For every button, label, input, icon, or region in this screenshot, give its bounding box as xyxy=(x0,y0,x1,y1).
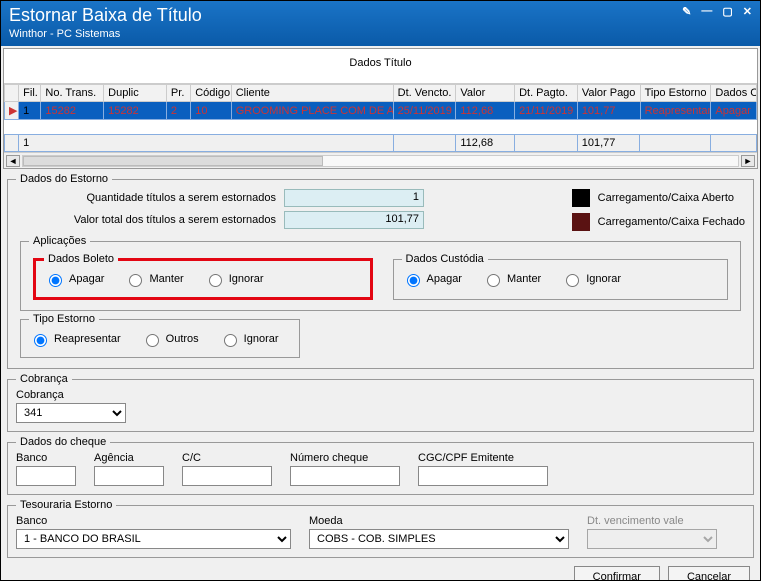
custodia-ignorar-radio[interactable]: Ignorar xyxy=(561,271,621,287)
cheque-cc-input[interactable] xyxy=(182,466,272,486)
aplicacoes-legend: Aplicações xyxy=(29,235,90,247)
confirmar-button[interactable]: Confirmar xyxy=(574,566,660,580)
window-title: Estornar Baixa de Título xyxy=(9,5,202,26)
cheque-cgc-input[interactable] xyxy=(418,466,548,486)
col-pr[interactable]: Pr. xyxy=(166,85,190,102)
dados-boleto-fieldset: Dados Boleto Apagar Manter Ignorar xyxy=(33,253,373,300)
cobranca-legend: Cobrança xyxy=(16,373,72,385)
tipo-outros-radio[interactable]: Outros xyxy=(141,331,199,347)
swatch-open-icon xyxy=(572,189,590,207)
cobranca-fieldset: Cobrança Cobrança 341 xyxy=(7,373,754,432)
col-valorpago[interactable]: Valor Pago xyxy=(577,85,640,102)
col-dtpagto[interactable]: Dt. Pagto. xyxy=(515,85,578,102)
col-notrans[interactable]: No. Trans. xyxy=(41,85,104,102)
maximize-icon[interactable]: ▢ xyxy=(722,5,732,18)
titlebar: Estornar Baixa de Título Winthor - PC Si… xyxy=(1,1,760,46)
col-dadosc[interactable]: Dados C xyxy=(711,85,757,102)
col-dtvencto[interactable]: Dt. Vencto. xyxy=(393,85,456,102)
tipoestorno-fieldset: Tipo Estorno Reapresentar Outros Ignorar xyxy=(20,313,300,358)
legend-open: Carregamento/Caixa Aberto xyxy=(598,192,734,204)
cheque-fieldset: Dados do cheque Banco Agência C/C Número… xyxy=(7,436,754,495)
boleto-manter-radio[interactable]: Manter xyxy=(124,271,183,287)
tes-legend: Tesouraria Estorno xyxy=(16,499,116,511)
estorno-legend: Dados do Estorno xyxy=(16,173,112,185)
cheque-numero-label: Número cheque xyxy=(290,452,400,464)
col-cliente[interactable]: Cliente xyxy=(231,85,393,102)
tes-dtvale-label: Dt. vencimento vale xyxy=(587,515,717,527)
cheque-cc-label: C/C xyxy=(182,452,272,464)
cheque-agencia-label: Agência xyxy=(94,452,164,464)
scroll-right-icon[interactable]: ► xyxy=(741,155,755,167)
horizontal-scrollbar[interactable]: ◄ ► xyxy=(4,152,757,168)
tes-banco-label: Banco xyxy=(16,515,291,527)
cancelar-button[interactable]: Cancelar xyxy=(668,566,750,580)
valortotal-label: Valor total dos títulos a serem estornad… xyxy=(16,214,276,226)
swatch-closed-icon xyxy=(572,213,590,231)
col-valor[interactable]: Valor xyxy=(456,85,515,102)
cobranca-label: Cobrança xyxy=(16,389,126,401)
app-window: Estornar Baixa de Título Winthor - PC Si… xyxy=(0,0,761,581)
tipo-ignorar-radio[interactable]: Ignorar xyxy=(219,331,279,347)
edit-icon[interactable]: ✎ xyxy=(682,5,691,18)
col-codigo[interactable]: Código xyxy=(191,85,231,102)
legend-closed: Carregamento/Caixa Fechado xyxy=(598,216,745,228)
boleto-legend: Dados Boleto xyxy=(44,253,118,265)
data-grid[interactable]: Fil. No. Trans. Duplic Pr. Código Client… xyxy=(4,84,757,120)
custodia-legend: Dados Custódia xyxy=(402,253,488,265)
boleto-apagar-radio[interactable]: Apagar xyxy=(44,271,104,287)
valortotal-value: 101,77 xyxy=(284,211,424,229)
aplicacoes-fieldset: Aplicações Dados Boleto Apagar Manter Ig… xyxy=(20,235,741,311)
grid-header: Fil. No. Trans. Duplic Pr. Código Client… xyxy=(5,85,757,102)
custodia-manter-radio[interactable]: Manter xyxy=(482,271,541,287)
dados-custodia-fieldset: Dados Custódia Apagar Manter Ignorar xyxy=(393,253,729,300)
col-duplic[interactable]: Duplic xyxy=(104,85,167,102)
estorno-fieldset: Dados do Estorno Quantidade títulos a se… xyxy=(7,173,754,369)
qtd-value: 1 xyxy=(284,189,424,207)
window-subtitle: Winthor - PC Sistemas xyxy=(9,28,202,40)
grid-footer: 1 112,68 101,77 xyxy=(4,134,757,152)
cheque-legend: Dados do cheque xyxy=(16,436,110,448)
tesouraria-fieldset: Tesouraria Estorno Banco 1 - BANCO DO BR… xyxy=(7,499,754,558)
cheque-agencia-input[interactable] xyxy=(94,466,164,486)
footer-valor: 112,68 xyxy=(456,135,515,152)
custodia-apagar-radio[interactable]: Apagar xyxy=(402,271,462,287)
close-icon[interactable]: ✕ xyxy=(743,5,752,18)
tipoestorno-legend: Tipo Estorno xyxy=(29,313,99,325)
qtd-label: Quantidade títulos a serem estornados xyxy=(16,192,276,204)
tes-banco-select[interactable]: 1 - BANCO DO BRASIL xyxy=(16,529,291,549)
tes-moeda-label: Moeda xyxy=(309,515,569,527)
grid-band: Dados Título xyxy=(4,49,757,84)
cheque-numero-input[interactable] xyxy=(290,466,400,486)
row-indicator-icon: ▶ xyxy=(5,102,19,120)
cheque-banco-label: Banco xyxy=(16,452,76,464)
cheque-cgc-label: CGC/CPF Emitente xyxy=(418,452,548,464)
col-fil[interactable]: Fil. xyxy=(19,85,41,102)
footer-valorpago: 101,77 xyxy=(577,135,640,152)
scroll-left-icon[interactable]: ◄ xyxy=(6,155,20,167)
col-tipoest[interactable]: Tipo Estorno xyxy=(640,85,711,102)
table-row[interactable]: ▶ 1 15282 15282 2 10 GROOMING PLACE COM … xyxy=(5,102,757,120)
tes-moeda-select[interactable]: COBS - COB. SIMPLES xyxy=(309,529,569,549)
cobranca-select[interactable]: 341 xyxy=(16,403,126,423)
footer-count: 1 xyxy=(19,135,393,152)
minimize-icon[interactable]: — xyxy=(701,5,712,18)
boleto-ignorar-radio[interactable]: Ignorar xyxy=(204,271,264,287)
tipo-reapresentar-radio[interactable]: Reapresentar xyxy=(29,331,121,347)
grid-panel: Dados Título Fil. No. Trans. Duplic Pr. xyxy=(3,48,758,169)
tes-dtvale-select xyxy=(587,529,717,549)
cheque-banco-input[interactable] xyxy=(16,466,76,486)
